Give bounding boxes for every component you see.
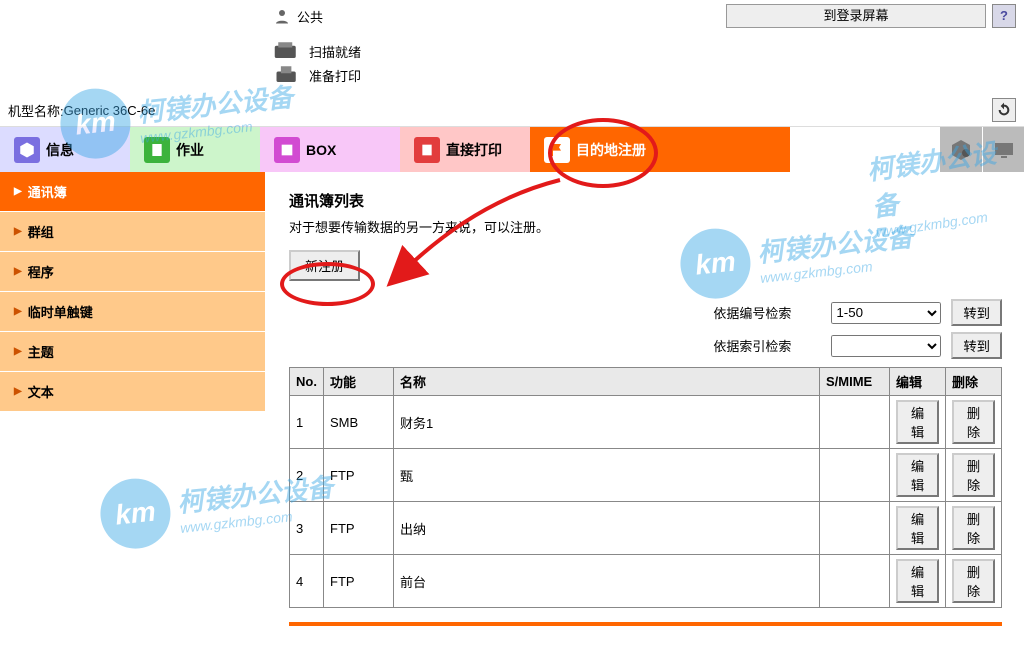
edit-button[interactable]: 编辑 (896, 559, 939, 603)
col-no: No. (290, 368, 324, 396)
scanner-icon (273, 40, 301, 62)
search-by-number-label: 依据编号检索 (471, 303, 791, 322)
cell-no: 1 (290, 396, 324, 449)
cell-func: FTP (324, 555, 394, 608)
cube-icon (18, 141, 36, 159)
delete-button[interactable]: 删除 (952, 400, 995, 444)
flag-icon (549, 142, 565, 158)
sidebar-item-subject[interactable]: ▶主题 (0, 332, 265, 372)
help-button[interactable]: ? (992, 4, 1016, 28)
table-row: 2FTP甄 编辑删除 (290, 449, 1002, 502)
model-label: 机型名称: (8, 101, 64, 120)
cell-name: 甄 (394, 449, 820, 502)
sidebar-item-text[interactable]: ▶文本 (0, 372, 265, 412)
tab-info[interactable]: 信息 (0, 127, 130, 172)
go-index-button[interactable]: 转到 (951, 332, 1002, 359)
new-register-button[interactable]: 新注册 (289, 250, 360, 281)
cell-name: 出纳 (394, 502, 820, 555)
cell-smime (820, 502, 890, 555)
monitor-icon (992, 138, 1016, 162)
sidebar-item-temp-onetouch[interactable]: ▶临时单触键 (0, 292, 265, 332)
sidebar: ▶通讯簿 ▶群组 ▶程序 ▶临时单触键 ▶主题 ▶文本 (0, 172, 265, 646)
cell-func: SMB (324, 396, 394, 449)
cell-smime (820, 449, 890, 502)
col-edit: 编辑 (890, 368, 946, 396)
user-name: 公共 (297, 7, 323, 26)
user-label: 公共 (273, 7, 323, 26)
edit-button[interactable]: 编辑 (896, 400, 939, 444)
person-icon (273, 7, 291, 25)
box-icon (279, 142, 295, 158)
delete-button[interactable]: 删除 (952, 506, 995, 550)
cell-no: 3 (290, 502, 324, 555)
tab-destination-register[interactable]: 目的地注册 (530, 127, 790, 172)
delete-button[interactable]: 删除 (952, 453, 995, 497)
caret-icon: ▶ (14, 386, 22, 397)
print-icon (419, 142, 435, 158)
sidebar-item-group[interactable]: ▶群组 (0, 212, 265, 252)
edit-button[interactable]: 编辑 (896, 506, 939, 550)
cell-no: 2 (290, 449, 324, 502)
caret-icon: ▶ (14, 186, 22, 197)
print-status: 准备打印 (309, 66, 361, 85)
printer-icon (273, 64, 301, 86)
search-by-index-label: 依据索引检索 (471, 336, 791, 355)
model-value: Generic 36C-6e (64, 103, 156, 118)
login-screen-button[interactable]: 到登录屏幕 (726, 4, 986, 28)
scan-status: 扫描就绪 (309, 42, 361, 61)
refresh-button[interactable] (992, 98, 1016, 122)
addressbook-table: No. 功能 名称 S/MIME 编辑 删除 1SMB财务1编辑删除2FTP甄编… (289, 367, 1002, 608)
cell-smime (820, 396, 890, 449)
cell-name: 前台 (394, 555, 820, 608)
tab-job[interactable]: 作业 (130, 127, 260, 172)
tab-direct-print[interactable]: 直接打印 (400, 127, 530, 172)
document-icon (149, 142, 165, 158)
caret-icon: ▶ (14, 346, 22, 357)
page-title: 通讯簿列表 (289, 190, 1002, 211)
index-select[interactable] (831, 335, 941, 357)
edit-button[interactable]: 编辑 (896, 453, 939, 497)
page-subtitle: 对于想要传输数据的另一方来说，可以注册。 (289, 217, 1002, 236)
divider (289, 622, 1002, 626)
col-smime: S/MIME (820, 368, 890, 396)
table-row: 4FTP前台 编辑删除 (290, 555, 1002, 608)
delete-button[interactable]: 删除 (952, 559, 995, 603)
cell-func: FTP (324, 449, 394, 502)
caret-icon: ▶ (14, 306, 22, 317)
settings-button[interactable] (940, 127, 982, 172)
tab-box[interactable]: BOX (260, 127, 400, 172)
main-tabs: 信息 作业 BOX 直接打印 目的地注册 (0, 126, 1024, 172)
refresh-icon (996, 102, 1012, 118)
cell-name: 财务1 (394, 396, 820, 449)
cell-func: FTP (324, 502, 394, 555)
display-button[interactable] (982, 127, 1024, 172)
caret-icon: ▶ (14, 266, 22, 277)
caret-icon: ▶ (14, 226, 22, 237)
col-del: 删除 (946, 368, 1002, 396)
sidebar-item-program[interactable]: ▶程序 (0, 252, 265, 292)
table-row: 1SMB财务1 编辑删除 (290, 396, 1002, 449)
col-func: 功能 (324, 368, 394, 396)
sidebar-item-addressbook[interactable]: ▶通讯簿 (0, 172, 265, 212)
col-name: 名称 (394, 368, 820, 396)
cell-no: 4 (290, 555, 324, 608)
go-number-button[interactable]: 转到 (951, 299, 1002, 326)
gear-cube-icon (949, 138, 973, 162)
cell-smime (820, 555, 890, 608)
table-row: 3FTP出纳 编辑删除 (290, 502, 1002, 555)
number-range-select[interactable]: 1-50 (831, 302, 941, 324)
